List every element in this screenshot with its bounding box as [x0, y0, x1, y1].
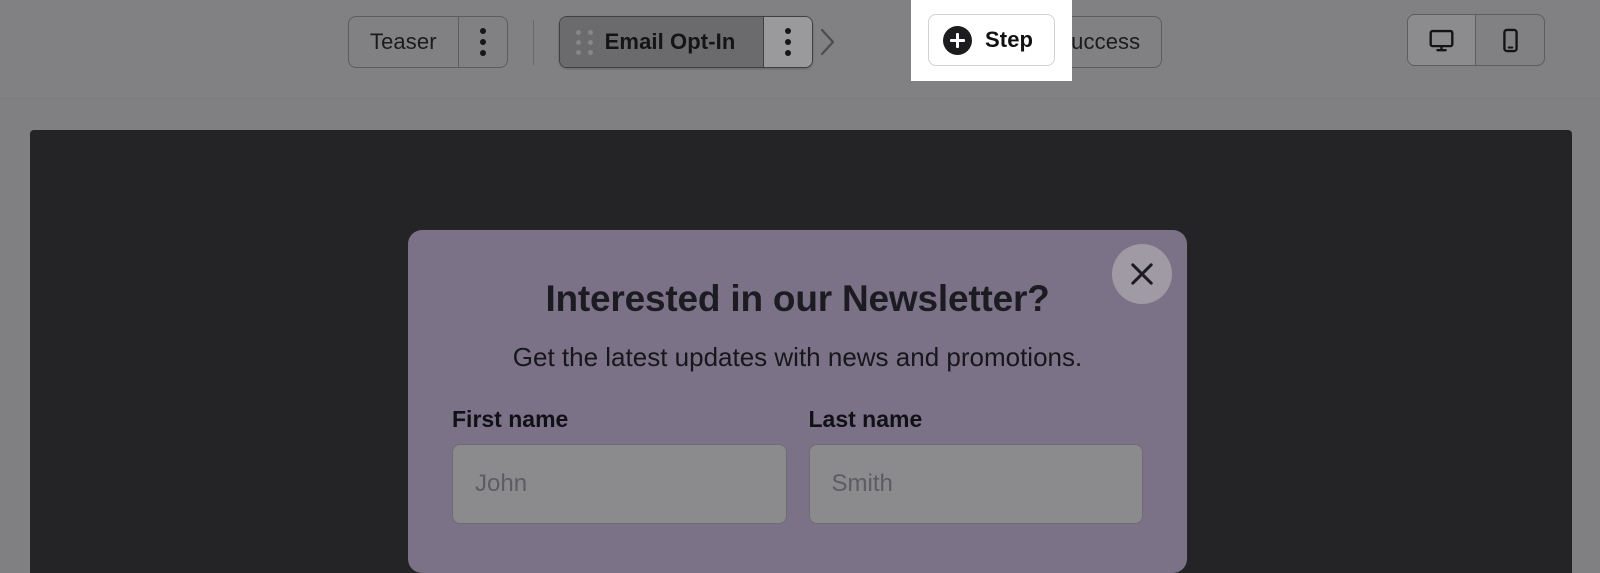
viewport-desktop-button[interactable] [1408, 15, 1476, 65]
first-name-placeholder: John [475, 470, 528, 497]
toolbar-bottom-divider [0, 98, 1600, 99]
field-label-last-name: Last name [808, 406, 923, 432]
step-label-email-opt-in: Email Opt-In [596, 17, 764, 67]
viewport-mobile-button[interactable] [1476, 15, 1544, 65]
more-vertical-icon [785, 28, 792, 56]
step-menu-button-teaser[interactable] [459, 17, 507, 67]
add-step-label: Step [985, 27, 1034, 52]
field-label-first-name: First name [452, 406, 569, 432]
close-x-icon [1131, 263, 1153, 285]
step-drag-handle-email-opt-in[interactable] [559, 17, 597, 67]
funnel-editor-app: Teaser Email Opt-In Success Step Interes… [0, 0, 1600, 573]
last-name-input[interactable]: Smith [808, 444, 1143, 524]
chevron-right-icon [813, 27, 843, 57]
plus-circle-icon [943, 25, 972, 55]
mobile-icon [1502, 28, 1518, 52]
modal-form-row: First name John Last name Smith [452, 373, 1143, 524]
modal-title: Interested in our Newsletter? [545, 278, 1050, 319]
field-last-name: Last name Smith [808, 405, 1143, 524]
step-menu-button-email-opt-in[interactable] [764, 17, 813, 67]
viewport-toggle-group [1407, 14, 1545, 66]
step-label-teaser: Teaser [370, 29, 437, 54]
desktop-icon [1429, 29, 1454, 51]
steps-group-divider [532, 19, 534, 65]
step-item-teaser[interactable]: Teaser [348, 16, 508, 68]
add-step-highlight-panel: Step [911, 0, 1072, 81]
field-first-name: First name John [452, 405, 787, 524]
more-vertical-icon [479, 28, 486, 56]
editor-toolbar: Teaser Email Opt-In Success Step [0, 0, 1600, 99]
preview-canvas: Interested in our Newsletter? Get the la… [30, 130, 1572, 573]
modal-subtitle: Get the latest updates with news and pro… [512, 342, 1083, 372]
last-name-placeholder: Smith [831, 470, 893, 497]
first-name-input[interactable]: John [452, 444, 787, 524]
modal-close-button[interactable] [1112, 244, 1172, 304]
step-item-email-opt-in[interactable]: Email Opt-In [558, 16, 814, 68]
add-step-button[interactable]: Step [928, 14, 1055, 66]
drag-handle-icon [575, 29, 593, 55]
newsletter-modal: Interested in our Newsletter? Get the la… [408, 230, 1187, 573]
